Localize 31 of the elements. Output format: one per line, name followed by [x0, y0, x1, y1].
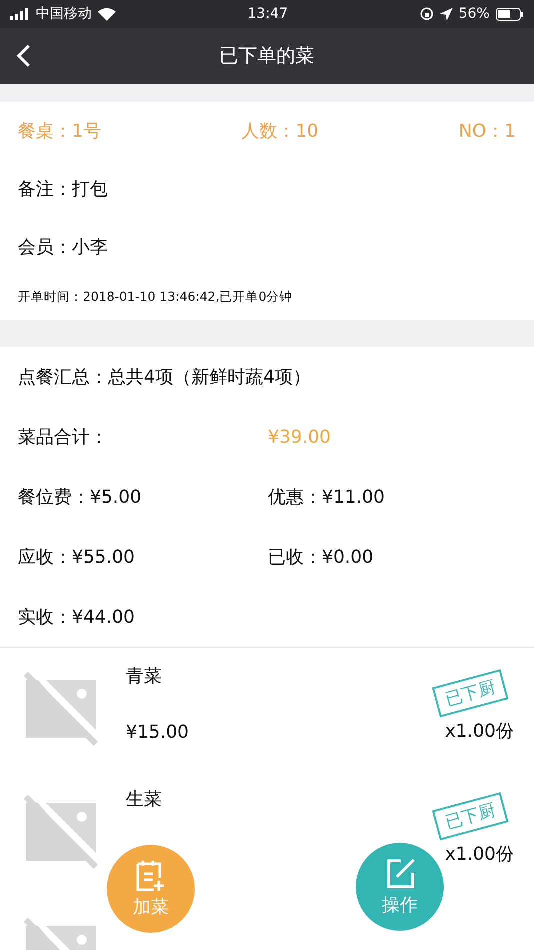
summary-value: 实收：¥44.00: [18, 606, 136, 629]
battery-percent: 56%: [458, 6, 490, 22]
guest-count: 人数：10: [242, 120, 319, 143]
back-icon[interactable]: [16, 44, 32, 68]
dish-name: 生菜: [126, 788, 163, 811]
summary-value: ¥39.00: [268, 426, 332, 448]
rotation-lock-icon: [420, 7, 434, 21]
summary-value: 优惠：¥11.00: [268, 486, 386, 509]
open-time-text: 开单时间：2018-01-10 13:46:42,已开单0分钟: [18, 288, 294, 306]
dish-price: ¥15.00: [126, 722, 190, 743]
summary-value: 应收：¥55.00: [18, 546, 136, 569]
summary-total: 点餐汇总：总共4项（新鲜时蔬4项）: [18, 366, 312, 390]
member-text: 会员：小李: [18, 236, 109, 260]
status-stamp: 已下厨: [432, 669, 509, 718]
order-number: NO：1: [458, 120, 516, 143]
dish-quantity: x1.00份: [445, 843, 514, 866]
battery-icon: [496, 8, 524, 20]
location-arrow-icon: [440, 8, 453, 20]
table-number: 餐桌：1号: [18, 120, 102, 143]
dish-name: 青菜: [126, 665, 163, 688]
clock-time: 13:47: [248, 6, 288, 22]
wifi-icon: [98, 8, 116, 20]
summary-value: 菜品合计：: [18, 426, 109, 449]
signal-icon: [10, 8, 30, 20]
dish-quantity: x1.00份: [445, 720, 514, 743]
page-title: 已下单的菜: [220, 44, 314, 69]
status-stamp: 已下厨: [432, 792, 509, 841]
summary-value: 已收：¥0.00: [268, 546, 375, 569]
carrier-name: 中国移动: [36, 5, 92, 23]
note-text: 备注：打包: [18, 178, 109, 202]
summary-value: 餐位费：¥5.00: [18, 486, 143, 509]
